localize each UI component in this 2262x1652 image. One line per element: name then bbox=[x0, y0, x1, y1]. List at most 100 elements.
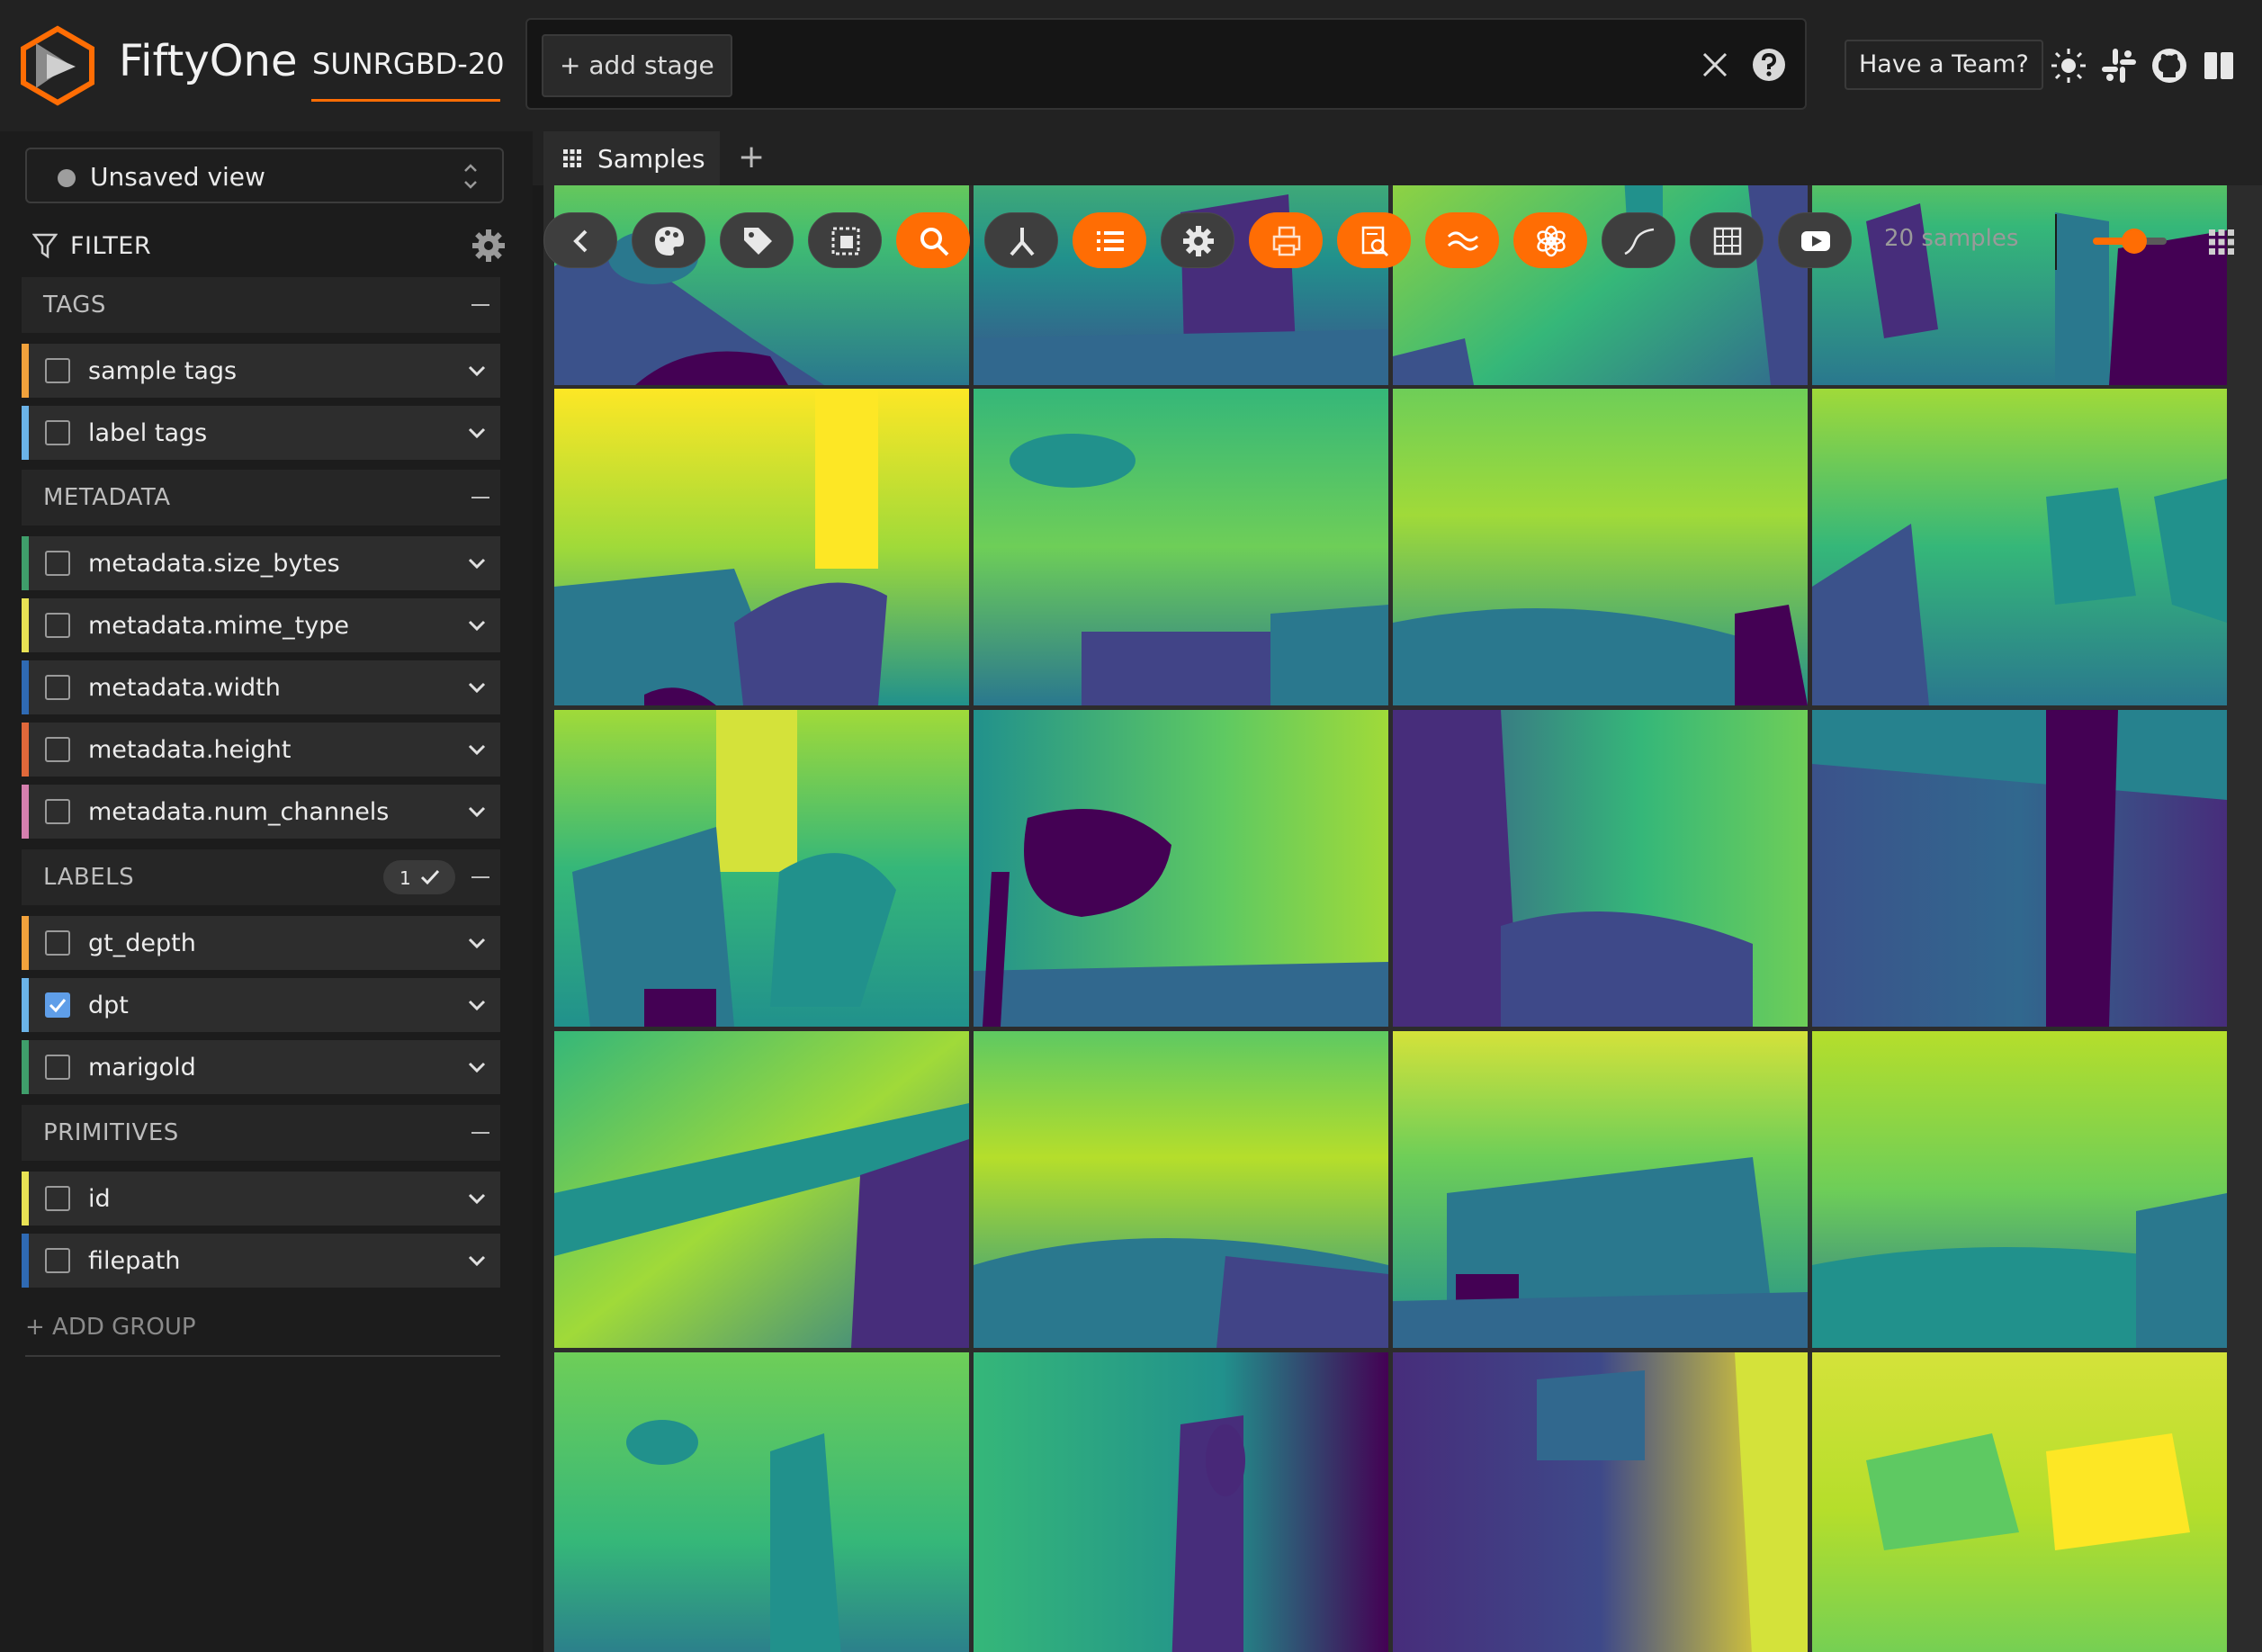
gear-icon[interactable] bbox=[471, 229, 506, 263]
grid-table-button[interactable] bbox=[1690, 212, 1764, 268]
field-checkbox[interactable] bbox=[45, 799, 70, 824]
dataset-selector[interactable]: SUNRGBD-20 bbox=[312, 47, 505, 81]
sample-thumbnail[interactable] bbox=[1812, 1352, 2227, 1652]
field-row-marigold[interactable]: marigold bbox=[22, 1040, 500, 1094]
sample-thumbnail[interactable] bbox=[554, 1031, 969, 1348]
chevron-down-icon[interactable] bbox=[466, 1250, 488, 1271]
field-label: metadata.num_channels bbox=[88, 798, 390, 826]
field-checkbox-checked[interactable] bbox=[45, 992, 70, 1018]
collapse-sidebar-button[interactable] bbox=[543, 212, 617, 268]
sample-thumbnail[interactable] bbox=[554, 389, 969, 705]
collapse-icon[interactable] bbox=[471, 304, 489, 306]
help-icon[interactable] bbox=[1749, 45, 1789, 85]
field-row-filepath[interactable]: filepath bbox=[22, 1234, 500, 1288]
group-header-labels[interactable]: LABELS 1 bbox=[22, 849, 500, 905]
sample-thumbnail[interactable] bbox=[554, 1352, 969, 1652]
chevron-down-icon[interactable] bbox=[466, 552, 488, 574]
field-row-sample-tags[interactable]: sample tags bbox=[22, 344, 500, 398]
chevron-down-icon[interactable] bbox=[466, 994, 488, 1016]
add-group-button[interactable]: + ADD GROUP bbox=[25, 1314, 196, 1341]
chevron-down-icon[interactable] bbox=[466, 801, 488, 822]
patches-button[interactable] bbox=[808, 212, 882, 268]
field-checkbox[interactable] bbox=[45, 420, 70, 445]
sample-thumbnail[interactable] bbox=[974, 389, 1388, 705]
grid-view-icon[interactable] bbox=[2208, 229, 2235, 256]
zoom-slider[interactable] bbox=[2093, 229, 2167, 254]
print-button[interactable] bbox=[1249, 212, 1323, 268]
chevron-down-icon[interactable] bbox=[466, 932, 488, 954]
field-row-metadata-mime-type[interactable]: metadata.mime_type bbox=[22, 598, 500, 652]
sun-icon[interactable] bbox=[2050, 47, 2087, 85]
field-row-label-tags[interactable]: label tags bbox=[22, 406, 500, 460]
field-checkbox[interactable] bbox=[45, 1248, 70, 1273]
slack-icon[interactable] bbox=[2100, 47, 2138, 85]
field-row-metadata-width[interactable]: metadata.width bbox=[22, 660, 500, 714]
chevron-down-icon[interactable] bbox=[466, 360, 488, 382]
sample-thumbnail[interactable] bbox=[1393, 1031, 1808, 1348]
settings-button[interactable] bbox=[1161, 212, 1234, 268]
sample-thumbnail[interactable] bbox=[1812, 1031, 2227, 1348]
field-row-id[interactable]: id bbox=[22, 1172, 500, 1226]
field-checkbox[interactable] bbox=[45, 358, 70, 383]
openai-button[interactable] bbox=[1513, 212, 1587, 268]
sample-thumbnail[interactable] bbox=[1393, 389, 1808, 705]
selected-count-badge[interactable]: 1 bbox=[383, 860, 455, 894]
field-row-dpt[interactable]: dpt bbox=[22, 978, 500, 1032]
sample-grid[interactable] bbox=[554, 185, 2230, 1652]
operator-list-button[interactable] bbox=[1073, 212, 1146, 268]
collapse-icon[interactable] bbox=[471, 876, 489, 878]
filter-icon bbox=[32, 233, 58, 259]
chevron-down-icon[interactable] bbox=[466, 1188, 488, 1209]
field-row-metadata-num-channels[interactable]: metadata.num_channels bbox=[22, 785, 500, 839]
view-bar[interactable]: + add stage bbox=[525, 18, 1807, 110]
add-tab-button[interactable]: + bbox=[738, 139, 765, 175]
view-selector[interactable]: Unsaved view bbox=[25, 148, 504, 203]
chevron-down-icon[interactable] bbox=[466, 615, 488, 636]
sample-thumbnail[interactable] bbox=[974, 1352, 1388, 1652]
video-button[interactable] bbox=[1778, 212, 1852, 268]
sample-thumbnail[interactable] bbox=[554, 710, 969, 1027]
group-action-button[interactable] bbox=[984, 212, 1058, 268]
field-row-gt-depth[interactable]: gt_depth bbox=[22, 916, 500, 970]
document-search-button[interactable] bbox=[1337, 212, 1411, 268]
tag-button[interactable] bbox=[720, 212, 794, 268]
sample-thumbnail[interactable] bbox=[974, 710, 1388, 1027]
add-stage-button[interactable]: + add stage bbox=[542, 34, 732, 97]
book-icon[interactable] bbox=[2201, 47, 2239, 85]
field-checkbox[interactable] bbox=[45, 930, 70, 956]
fiftyone-logo-icon[interactable] bbox=[20, 25, 95, 106]
field-checkbox[interactable] bbox=[45, 737, 70, 762]
field-color-bar bbox=[22, 660, 29, 714]
field-checkbox[interactable] bbox=[45, 1186, 70, 1211]
field-checkbox[interactable] bbox=[45, 613, 70, 638]
gear-icon bbox=[1183, 226, 1214, 256]
sample-thumbnail[interactable] bbox=[1393, 710, 1808, 1027]
curve-button[interactable] bbox=[1602, 212, 1675, 268]
similarity-search-button[interactable] bbox=[896, 212, 970, 268]
sample-thumbnail[interactable] bbox=[974, 1031, 1388, 1348]
sample-thumbnail[interactable] bbox=[1393, 1352, 1808, 1652]
field-row-metadata-size-bytes[interactable]: metadata.size_bytes bbox=[22, 536, 500, 590]
group-header-primitives[interactable]: PRIMITIVES bbox=[22, 1105, 500, 1161]
sample-thumbnail[interactable] bbox=[1812, 710, 2227, 1027]
field-row-metadata-height[interactable]: metadata.height bbox=[22, 723, 500, 777]
chevron-down-icon[interactable] bbox=[466, 1056, 488, 1078]
wave-button[interactable] bbox=[1425, 212, 1499, 268]
group-header-metadata[interactable]: METADATA bbox=[22, 470, 500, 525]
group-header-tags[interactable]: TAGS bbox=[22, 277, 500, 333]
chevron-down-icon[interactable] bbox=[466, 422, 488, 444]
field-checkbox[interactable] bbox=[45, 675, 70, 700]
collapse-icon[interactable] bbox=[471, 1132, 489, 1134]
close-icon[interactable] bbox=[1695, 45, 1735, 85]
tab-samples[interactable]: Samples bbox=[543, 131, 720, 185]
have-a-team-button[interactable]: Have a Team? bbox=[1845, 40, 2043, 90]
field-checkbox[interactable] bbox=[45, 1055, 70, 1080]
color-scheme-button[interactable] bbox=[632, 212, 705, 268]
sample-thumbnail[interactable] bbox=[1812, 389, 2227, 705]
chevron-down-icon[interactable] bbox=[466, 677, 488, 698]
chevron-down-icon[interactable] bbox=[466, 739, 488, 760]
collapse-icon[interactable] bbox=[471, 497, 489, 498]
field-checkbox[interactable] bbox=[45, 551, 70, 576]
slider-thumb[interactable] bbox=[2122, 229, 2148, 254]
github-icon[interactable] bbox=[2150, 47, 2188, 85]
